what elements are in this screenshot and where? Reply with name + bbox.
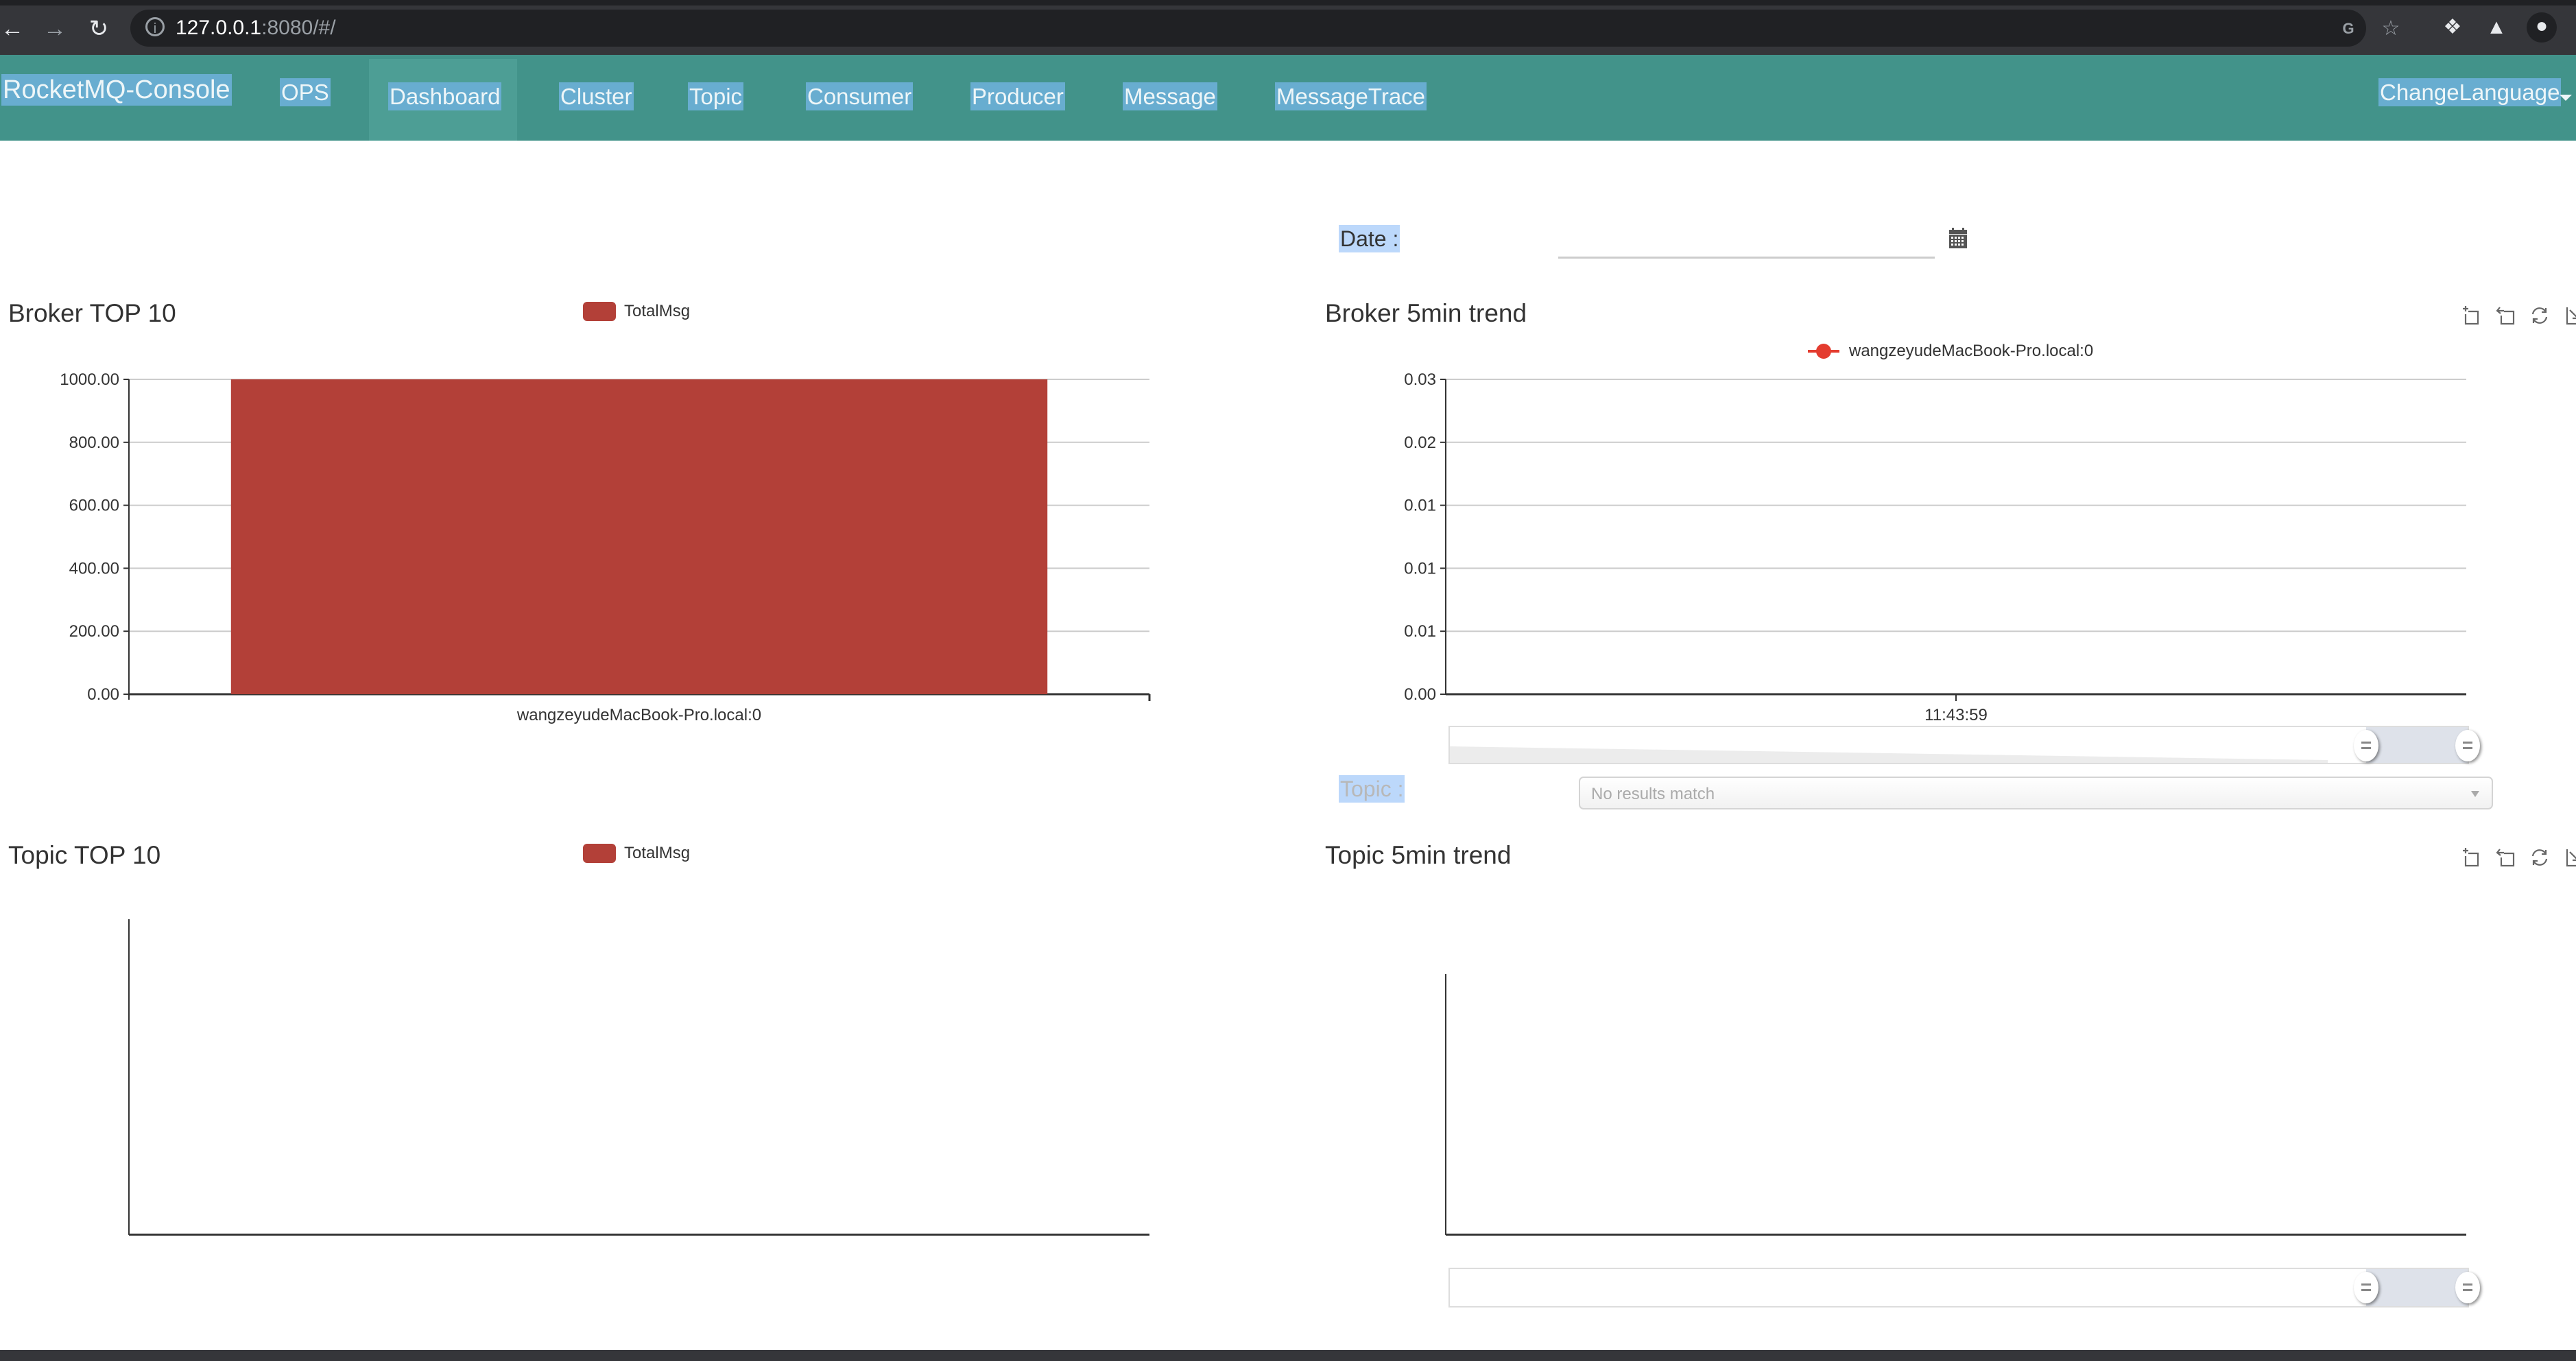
profile-avatar-icon[interactable]: ● xyxy=(2527,12,2557,43)
broker-5min-title: Broker 5min trend xyxy=(1325,299,1527,327)
caret-down-icon[interactable] xyxy=(2560,95,2572,101)
save-as-image-icon[interactable] xyxy=(2563,847,2576,868)
y-tick-label: 0.00 xyxy=(1404,685,1436,704)
datazoom-selected-range[interactable] xyxy=(2365,1269,2468,1306)
topic-label-text: Topic : xyxy=(1339,775,1405,803)
datazoom-start-handle[interactable] xyxy=(2353,1272,2378,1303)
y-tick-label: 0.02 xyxy=(1404,434,1436,452)
broker-5min-datazoom[interactable] xyxy=(1448,726,2480,764)
url-path: :8080/#/ xyxy=(261,16,336,39)
tab-strip xyxy=(0,0,2576,5)
nav-item-producer[interactable]: Producer xyxy=(970,82,1065,110)
date-input[interactable] xyxy=(1558,233,1935,259)
nav-item-label: OPS xyxy=(280,78,331,106)
forward-arrow-icon[interactable]: → xyxy=(38,12,71,45)
change-language-label: ChangeLanguage xyxy=(2378,78,2562,106)
y-tick-label: 0.00 xyxy=(87,685,119,704)
datazoom-selected-range[interactable] xyxy=(2365,727,2468,763)
y-tick-label: 600.00 xyxy=(69,497,119,515)
broker-top10-legend[interactable]: TotalMsg xyxy=(583,302,690,321)
bookmark-star-icon[interactable]: ☆ xyxy=(2378,16,2403,41)
calendar-icon[interactable] xyxy=(1949,228,1967,248)
broker-5min-chart: 0.00 0.01 0.01 0.01 0.02 0.03 11:43:59 xyxy=(1404,370,2466,724)
bar xyxy=(230,379,1048,694)
topic-select-placeholder: No results match xyxy=(1591,785,1715,803)
os-bottom-bar xyxy=(0,1350,2576,1361)
datazoom-start-handle[interactable] xyxy=(2353,730,2378,761)
nav-item-label: Cluster xyxy=(559,82,634,110)
y-tick-label: 200.00 xyxy=(69,622,119,641)
y-tick-label: 1000.00 xyxy=(60,370,119,389)
chevron-down-icon[interactable] xyxy=(2471,791,2479,797)
y-tick-label: 800.00 xyxy=(69,434,119,452)
url-text[interactable]: 127.0.0.1:8080/#/ xyxy=(176,16,336,40)
nav-item-label: Dashboard xyxy=(388,82,502,110)
nav-item-label: Producer xyxy=(970,82,1065,110)
back-arrow-icon[interactable]: ← xyxy=(0,12,29,45)
zoom-reset-icon[interactable] xyxy=(2494,847,2516,868)
topic-5min-chart xyxy=(1445,974,2466,1236)
nav-item-label: Message xyxy=(1123,82,1217,110)
broker-top10-chart: 0.00 200.00 400.00 600.00 800.00 1000.00 wangz… xyxy=(60,370,1151,724)
change-language-dropdown[interactable]: ChangeLanguage xyxy=(2378,78,2562,106)
datazoom-end-handle[interactable] xyxy=(2455,1272,2480,1303)
topic-top10-chart xyxy=(128,919,1149,1236)
x-tick-label: 11:43:59 xyxy=(1924,706,1988,724)
datazoom-shadow xyxy=(1450,746,2328,763)
nav-item-label: MessageTrace xyxy=(1275,82,1427,110)
restore-icon[interactable] xyxy=(2529,305,2551,327)
nav-item-message[interactable]: Message xyxy=(1123,82,1217,110)
site-info-icon[interactable]: i xyxy=(145,17,165,36)
browser-toolbar: ← → ↻ i 127.0.0.1:8080/#/ G ☆ ❖ ▲ ● xyxy=(0,0,2576,55)
x-tick-label: wangzeyudeMacBook-Pro.local:0 xyxy=(516,706,761,724)
top-navbar: RocketMQ-Console OPS Dashboard Cluster T… xyxy=(0,55,2576,141)
y-tick-label: 400.00 xyxy=(69,559,119,578)
nav-item-topic[interactable]: Topic xyxy=(688,82,744,110)
broker-top10-title: Broker TOP 10 xyxy=(8,299,176,327)
legend-label: TotalMsg xyxy=(624,844,691,862)
nav-item-consumer[interactable]: Consumer xyxy=(806,82,914,110)
date-label-text: Date : xyxy=(1339,225,1400,252)
topic-5min-datazoom[interactable] xyxy=(1448,1268,2480,1307)
broker-5min-toolbox xyxy=(2460,305,2576,327)
extensions-puzzle-icon[interactable]: ❖ xyxy=(2439,14,2466,41)
save-as-image-icon[interactable] xyxy=(2563,305,2576,327)
nav-item-label: Topic xyxy=(688,82,744,110)
topic-top10-legend[interactable]: TotalMsg xyxy=(583,844,690,863)
topic-5min-title: Topic 5min trend xyxy=(1325,841,1512,869)
brand-label: RocketMQ-Console xyxy=(1,74,232,106)
legend-swatch xyxy=(583,302,616,321)
y-tick-label: 0.01 xyxy=(1404,622,1436,641)
topic-5min-toolbox xyxy=(2460,847,2576,868)
brand-link[interactable]: RocketMQ-Console xyxy=(1,74,232,106)
nav-item-messagetrace[interactable]: MessageTrace xyxy=(1275,82,1427,110)
labs-flask-icon[interactable]: ▲ xyxy=(2483,14,2510,41)
url-host: 127.0.0.1 xyxy=(176,16,262,39)
y-tick-label: 0.01 xyxy=(1404,497,1436,515)
legend-label: TotalMsg xyxy=(624,302,691,320)
datazoom-end-handle[interactable] xyxy=(2455,730,2480,761)
legend-swatch xyxy=(583,844,616,863)
y-tick-label: 0.03 xyxy=(1404,370,1436,389)
y-tick-label: 0.01 xyxy=(1404,559,1436,578)
nav-item-ops[interactable]: OPS xyxy=(280,78,331,106)
data-zoom-icon[interactable] xyxy=(2460,305,2482,327)
date-label: Date : xyxy=(1339,225,1400,252)
address-bar[interactable]: i 127.0.0.1:8080/#/ G ☆ xyxy=(130,10,2400,47)
zoom-reset-icon[interactable] xyxy=(2494,305,2516,327)
restore-icon[interactable] xyxy=(2529,847,2551,868)
topic-label: Topic : xyxy=(1339,775,1405,803)
nav-item-cluster[interactable]: Cluster xyxy=(559,82,634,110)
translate-icon[interactable]: G xyxy=(2336,16,2361,41)
data-zoom-icon[interactable] xyxy=(2460,847,2482,868)
nav-item-dashboard[interactable]: Dashboard xyxy=(388,82,502,110)
topic-select[interactable]: No results match xyxy=(1579,777,2493,809)
nav-item-label: Consumer xyxy=(806,82,914,110)
reload-icon[interactable]: ↻ xyxy=(82,12,115,45)
topic-top10-title: Topic TOP 10 xyxy=(8,841,161,869)
